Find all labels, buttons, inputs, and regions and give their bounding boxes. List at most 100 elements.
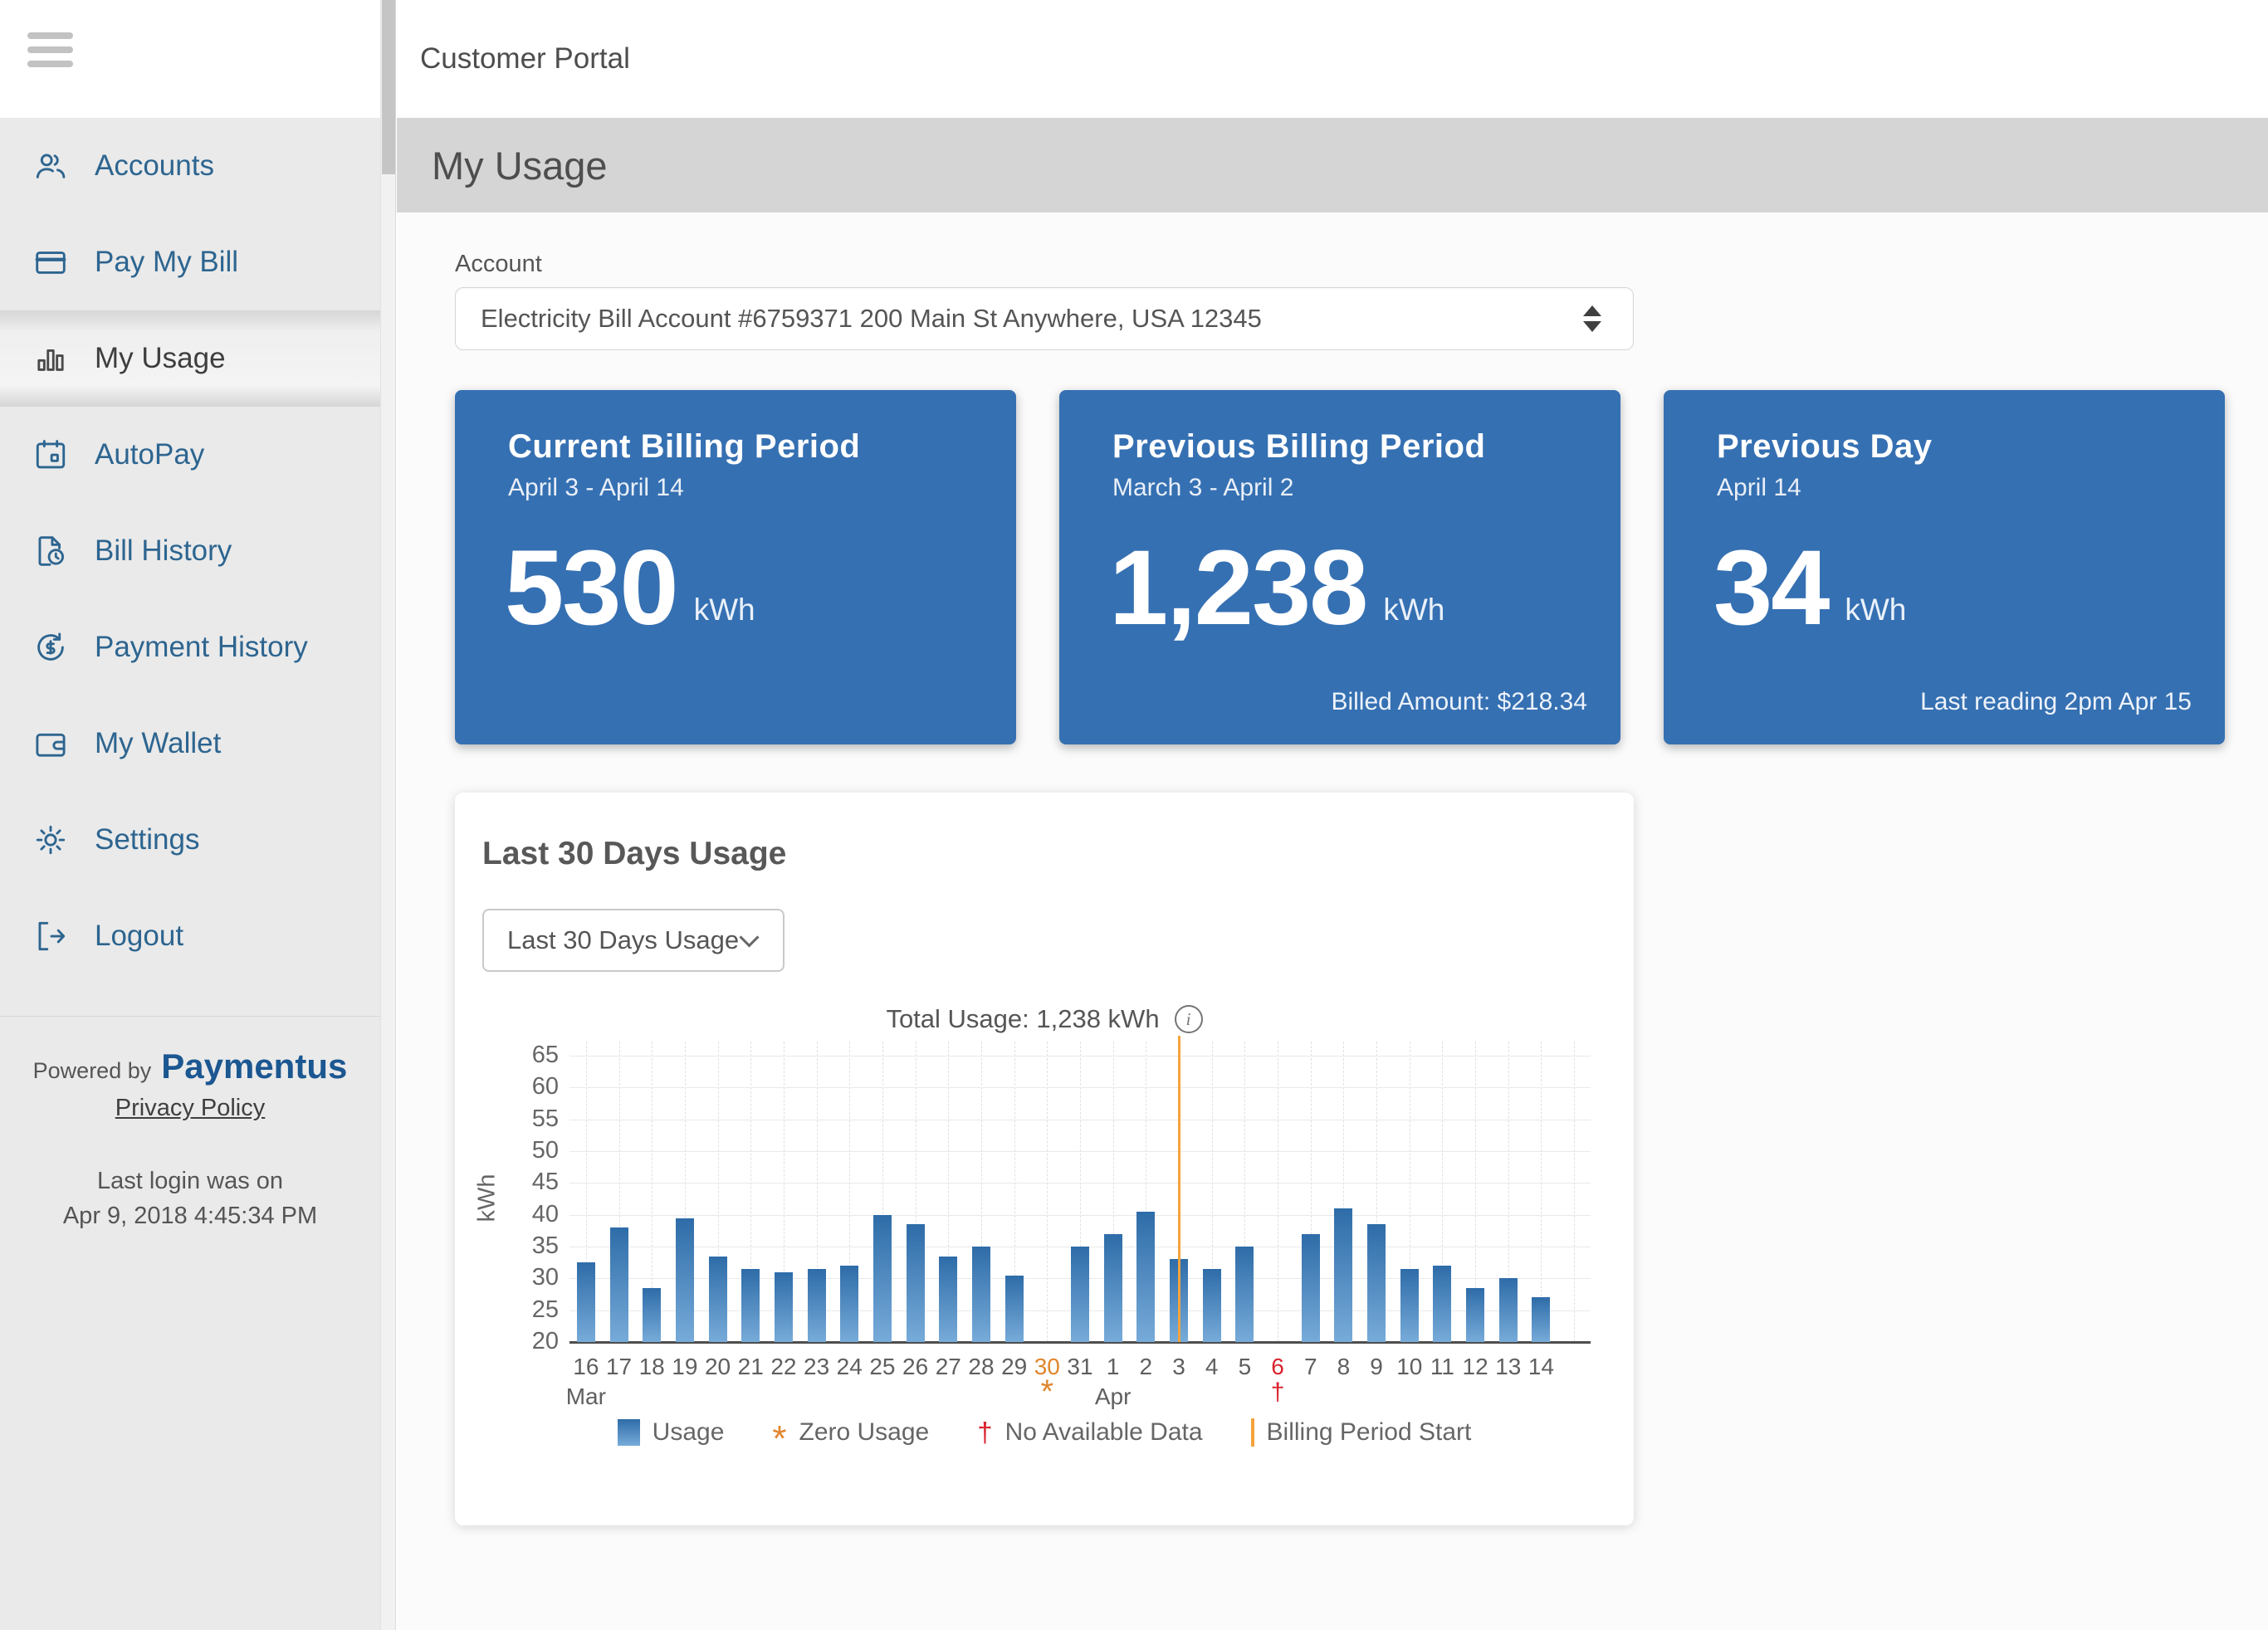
no-data-marker: †	[1270, 1379, 1285, 1406]
legend-label: Zero Usage	[799, 1418, 930, 1446]
gridline-vertical	[1047, 1042, 1048, 1342]
sidebar-item-label: AutoPay	[95, 438, 205, 471]
sidebar-item-my-wallet[interactable]: My Wallet	[0, 695, 380, 792]
bar-chart-plot: 20 25 30 35 40 45 50 55 60 65 16 17 18 19 20 21 22 23 24 25…	[455, 793, 1634, 1525]
sidebar-item-payment-history[interactable]: Payment History	[0, 599, 380, 695]
y-axis-tick: 40	[531, 1200, 559, 1227]
usage-bar	[1103, 1233, 1122, 1342]
card-title: Previous Day	[1717, 428, 1933, 465]
vline-icon	[1250, 1418, 1254, 1447]
last-login-line2: Apr 9, 2018 4:45:34 PM	[62, 1203, 318, 1230]
sidebar-item-label: Payment History	[95, 631, 308, 663]
sidebar-item-logout[interactable]: Logout	[0, 888, 380, 984]
zero-usage-marker: *	[1040, 1374, 1054, 1410]
last-login-info: Last login was on Apr 9, 2018 4:45:34 PM	[0, 1164, 380, 1233]
legend-item-billing-period-start: Billing Period Start	[1250, 1418, 1472, 1447]
usage-bar	[643, 1287, 662, 1342]
paymentus-logo: Paymentus	[161, 1047, 348, 1086]
summary-cards: Current Billing Period April 3 - April 1…	[455, 390, 2225, 744]
gridline-horizontal	[569, 1151, 1591, 1152]
card-subtitle: April 3 - April 14	[508, 474, 684, 501]
usage-bar	[609, 1227, 628, 1342]
legend-label: Usage	[652, 1418, 725, 1446]
top-header: Customer Portal	[397, 0, 2268, 118]
card-title: Current Billing Period	[508, 428, 861, 465]
usage-bar	[906, 1224, 925, 1342]
y-axis-tick: 55	[531, 1105, 559, 1132]
card-previous-day: Previous Day April 14 34 kWh Last readin…	[1664, 390, 2225, 744]
sidebar-item-label: Settings	[95, 823, 200, 856]
usage-bar	[971, 1247, 990, 1342]
usage-bar	[1136, 1211, 1156, 1342]
page-title-banner: My Usage	[397, 118, 2268, 212]
card-subtitle: March 3 - April 2	[1112, 474, 1294, 501]
logout-icon	[32, 917, 70, 955]
credit-card-icon	[32, 243, 70, 281]
sidebar-scrollbar[interactable]	[380, 0, 395, 1630]
y-axis-tick: 50	[531, 1137, 559, 1164]
sidebar-item-label: Pay My Bill	[95, 246, 239, 278]
gridline-horizontal	[569, 1214, 1591, 1216]
sidebar-item-pay-my-bill[interactable]: Pay My Bill	[0, 214, 380, 310]
bar-chart-icon	[32, 339, 70, 378]
dagger-icon: †	[977, 1417, 993, 1447]
usage-bar	[1301, 1233, 1320, 1342]
usage-swatch-icon	[617, 1419, 640, 1446]
sidebar-item-label: Bill History	[95, 534, 232, 567]
usage-bar	[675, 1218, 694, 1342]
sidebar: Accounts Pay My Bill My Usage AutoPay Bill H…	[0, 0, 396, 1630]
sidebar-item-my-usage[interactable]: My Usage	[0, 310, 380, 407]
accounts-icon	[32, 147, 70, 185]
y-axis-tick: 25	[531, 1296, 559, 1323]
y-axis-tick: 65	[531, 1042, 559, 1068]
usage-bar	[1202, 1268, 1221, 1342]
usage-bar	[840, 1266, 859, 1342]
powered-by-label: Powered by	[32, 1058, 152, 1083]
y-axis-tick: 60	[531, 1073, 559, 1100]
card-value: 530	[505, 529, 679, 647]
usage-bar	[1400, 1268, 1419, 1342]
y-axis-title: kWh	[473, 1174, 501, 1222]
card-current-billing-period: Current Billing Period April 3 - April 1…	[455, 390, 1016, 744]
account-select[interactable]: Electricity Bill Account #6759371 200 Ma…	[455, 287, 1634, 350]
usage-bar	[1235, 1247, 1254, 1342]
wallet-icon	[32, 725, 70, 763]
legend-item-no-available-data: † No Available Data	[977, 1417, 1202, 1448]
card-note: Last reading 2pm Apr 15	[1920, 688, 2192, 715]
sidebar-item-autopay[interactable]: AutoPay	[0, 407, 380, 503]
usage-bar	[741, 1268, 760, 1342]
usage-bar	[1433, 1266, 1452, 1342]
gridline-vertical	[1574, 1042, 1576, 1342]
legend-label: No Available Data	[1004, 1418, 1203, 1446]
usage-bar	[1367, 1224, 1386, 1342]
refresh-dollar-icon	[32, 628, 70, 666]
card-unit: kWh	[1383, 593, 1445, 627]
legend-item-usage: Usage	[617, 1418, 725, 1447]
calendar-icon	[32, 436, 70, 474]
usage-bar	[576, 1262, 595, 1342]
chart-legend: Usage * Zero Usage † No Available Data Billin…	[455, 1417, 1634, 1457]
document-clock-icon	[32, 532, 70, 570]
card-unit: kWh	[1845, 593, 1907, 627]
usage-bar	[939, 1256, 958, 1342]
sidebar-nav: Accounts Pay My Bill My Usage AutoPay Bill H…	[0, 118, 380, 984]
sidebar-item-accounts[interactable]: Accounts	[0, 118, 380, 214]
sidebar-item-settings[interactable]: Settings	[0, 792, 380, 888]
y-axis-tick: 35	[531, 1232, 559, 1259]
hamburger-menu-icon[interactable]	[27, 32, 73, 67]
usage-bar	[807, 1268, 826, 1342]
card-subtitle: April 14	[1717, 474, 1801, 501]
usage-bar	[1532, 1297, 1551, 1342]
usage-bar	[1466, 1287, 1485, 1342]
y-axis-tick: 20	[531, 1328, 559, 1354]
sidebar-item-bill-history[interactable]: Bill History	[0, 503, 380, 599]
legend-label: Billing Period Start	[1266, 1418, 1472, 1446]
privacy-policy-link[interactable]: Privacy Policy	[115, 1095, 266, 1122]
card-note: Billed Amount: $218.34	[1331, 688, 1587, 715]
select-spinner-icon	[1583, 305, 1601, 332]
card-previous-billing-period: Previous Billing Period March 3 - April …	[1059, 390, 1620, 744]
scrollbar-thumb[interactable]	[382, 0, 395, 174]
sidebar-header	[0, 0, 380, 118]
gridline-horizontal	[569, 1087, 1591, 1089]
content: Account Electricity Bill Account #675937…	[397, 212, 2268, 1630]
